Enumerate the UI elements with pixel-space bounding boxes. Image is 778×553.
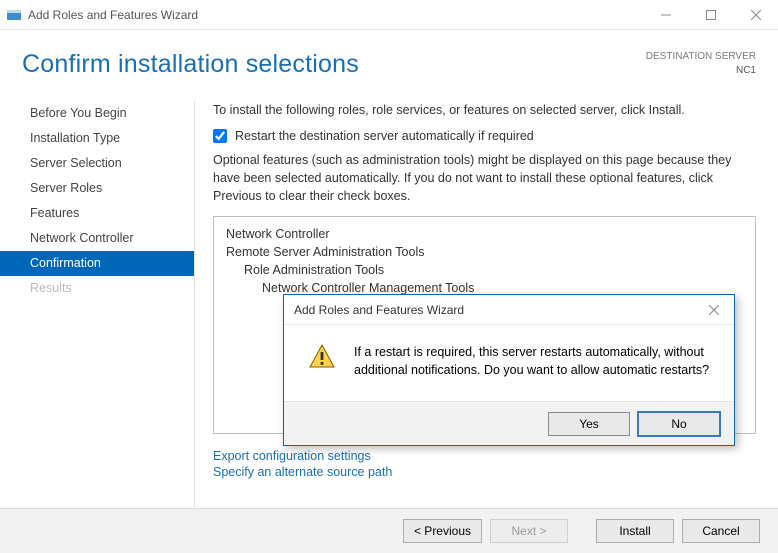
dialog-body: If a restart is required, this server re… [284, 325, 734, 401]
destination-info: DESTINATION SERVER NC1 [646, 50, 756, 77]
optional-features-note: Optional features (such as administratio… [213, 151, 756, 205]
maximize-button[interactable] [688, 0, 733, 30]
export-config-link[interactable]: Export configuration settings [213, 448, 756, 464]
step-network-controller[interactable]: Network Controller [0, 226, 194, 251]
step-results: Results [0, 276, 194, 301]
selection-item: Network Controller [226, 225, 743, 243]
intro-text: To install the following roles, role ser… [213, 101, 756, 119]
dialog-close-button[interactable] [704, 300, 724, 320]
server-manager-icon [6, 7, 22, 23]
minimize-button[interactable] [643, 0, 688, 30]
alternate-source-path-link[interactable]: Specify an alternate source path [213, 464, 756, 480]
step-confirmation[interactable]: Confirmation [0, 251, 194, 276]
wizard-footer: < Previous Next > Install Cancel [0, 508, 778, 553]
destination-value: NC1 [646, 64, 756, 78]
next-button: Next > [490, 519, 568, 543]
step-server-selection[interactable]: Server Selection [0, 151, 194, 176]
step-features[interactable]: Features [0, 201, 194, 226]
dialog-message: If a restart is required, this server re… [354, 343, 716, 379]
install-button[interactable]: Install [596, 519, 674, 543]
close-icon [709, 305, 719, 315]
dialog-footer: Yes No [284, 401, 734, 445]
titlebar: Add Roles and Features Wizard [0, 0, 778, 30]
confirm-restart-dialog: Add Roles and Features Wizard If a resta… [283, 294, 735, 446]
selection-item: Remote Server Administration Tools [226, 243, 743, 261]
dialog-yes-button[interactable]: Yes [548, 412, 630, 436]
dialog-title: Add Roles and Features Wizard [294, 303, 464, 317]
step-server-roles[interactable]: Server Roles [0, 176, 194, 201]
step-before-you-begin[interactable]: Before You Begin [0, 101, 194, 126]
dialog-titlebar: Add Roles and Features Wizard [284, 295, 734, 325]
window-title: Add Roles and Features Wizard [28, 8, 643, 22]
cancel-button[interactable]: Cancel [682, 519, 760, 543]
destination-label: DESTINATION SERVER [646, 50, 756, 64]
step-installation-type[interactable]: Installation Type [0, 126, 194, 151]
restart-checkbox-row[interactable]: Restart the destination server automatic… [213, 129, 756, 143]
restart-checkbox[interactable] [213, 129, 227, 143]
page-title: Confirm installation selections [22, 50, 359, 79]
previous-button[interactable]: < Previous [403, 519, 482, 543]
restart-checkbox-label: Restart the destination server automatic… [235, 129, 534, 143]
window-controls [643, 0, 778, 30]
close-button[interactable] [733, 0, 778, 30]
dialog-no-button[interactable]: No [638, 412, 720, 436]
selection-item: Role Administration Tools [226, 261, 743, 279]
action-links: Export configuration settings Specify an… [213, 448, 756, 480]
warning-icon [308, 343, 338, 376]
wizard-steps-sidebar: Before You Begin Installation Type Serve… [0, 101, 195, 524]
wizard-header: Confirm installation selections DESTINAT… [0, 30, 778, 79]
